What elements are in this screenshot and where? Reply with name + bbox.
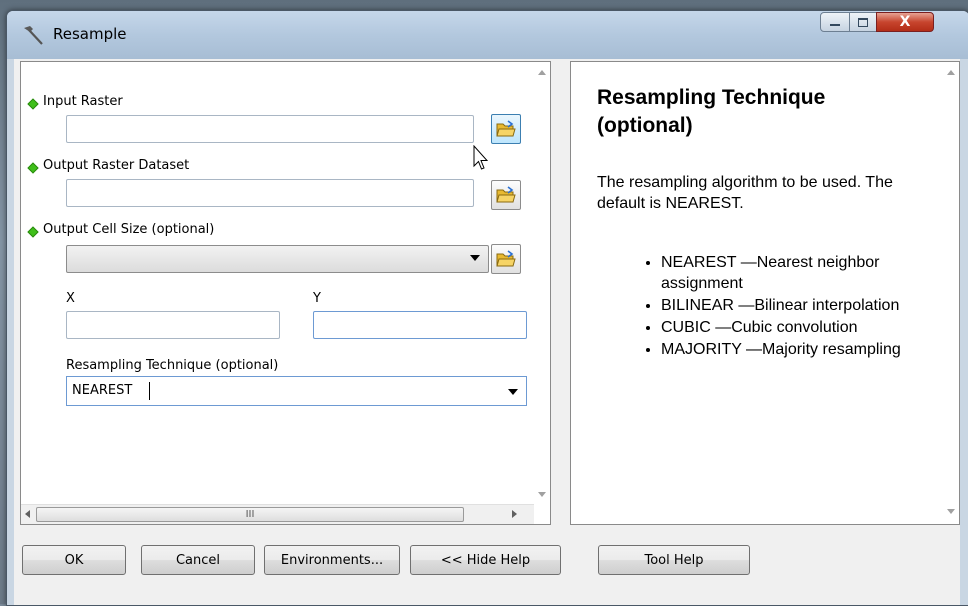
- help-list: NEAREST —Nearest neighbor assignment BIL…: [639, 252, 921, 361]
- parameters-vertical-scrollbar[interactable]: [533, 62, 550, 507]
- list-item: NEAREST —Nearest neighbor assignment: [661, 252, 921, 294]
- help-description: The resampling algorithm to be used. The…: [597, 174, 893, 212]
- input-raster-field[interactable]: [66, 115, 474, 143]
- y-field[interactable]: [313, 311, 527, 339]
- technique-value: NEAREST: [72, 383, 133, 398]
- maximize-button[interactable]: [849, 12, 877, 32]
- x-field[interactable]: [66, 311, 280, 339]
- scroll-down-icon: [538, 492, 546, 497]
- open-folder-icon: [496, 186, 516, 203]
- hide-help-button[interactable]: << Hide Help: [410, 545, 561, 575]
- cancel-button[interactable]: Cancel: [141, 545, 255, 575]
- list-item: CUBIC —Cubic convolution: [661, 317, 921, 338]
- cell-size-dropdown[interactable]: [66, 245, 489, 273]
- title-bar: Resample X: [7, 11, 968, 59]
- grip-icon: III: [245, 509, 255, 520]
- chevron-down-icon: [508, 389, 518, 395]
- scroll-down-icon: [947, 509, 955, 514]
- parameters-pane: Input Raster Output Raster Dataset Outpu…: [20, 61, 551, 525]
- output-raster-browse-button[interactable]: [491, 180, 521, 210]
- scroll-right-icon: [512, 510, 517, 518]
- minimize-icon: [830, 24, 840, 26]
- mouse-pointer-icon: [473, 145, 489, 170]
- open-folder-icon: [496, 250, 516, 267]
- minimize-button[interactable]: [820, 12, 850, 32]
- hammer-icon: [24, 26, 43, 45]
- window-title: Resample: [53, 25, 127, 43]
- open-folder-icon: [496, 120, 516, 137]
- help-vertical-scrollbar[interactable]: [942, 62, 959, 524]
- dialog-body: Input Raster Output Raster Dataset Outpu…: [14, 59, 960, 605]
- cell-size-browse-button[interactable]: [491, 244, 521, 274]
- environments-button[interactable]: Environments...: [264, 545, 400, 575]
- text-caret: [149, 382, 150, 400]
- technique-label: Resampling Technique (optional): [66, 358, 279, 373]
- technique-dropdown[interactable]: NEAREST: [66, 376, 527, 406]
- output-raster-field[interactable]: [66, 179, 474, 207]
- close-button[interactable]: X: [876, 12, 934, 32]
- scroll-up-icon: [947, 70, 955, 75]
- cell-size-label: Output Cell Size (optional): [43, 222, 215, 237]
- chevron-down-icon: [470, 255, 480, 261]
- help-title: Resampling Technique (optional): [597, 86, 826, 137]
- input-raster-label: Input Raster: [43, 94, 123, 109]
- scroll-thumb[interactable]: III: [36, 507, 464, 522]
- list-item: MAJORITY —Majority resampling: [661, 339, 921, 360]
- maximize-icon: [858, 17, 868, 27]
- help-pane: Resampling Technique (optional) The resa…: [570, 61, 960, 525]
- scroll-left-icon: [25, 510, 30, 518]
- output-raster-label: Output Raster Dataset: [43, 158, 190, 173]
- tool-help-button[interactable]: Tool Help: [598, 545, 750, 575]
- required-marker: [27, 162, 39, 174]
- required-marker: [27, 98, 39, 110]
- parameters-horizontal-scrollbar[interactable]: III: [21, 504, 534, 524]
- scroll-up-icon: [538, 70, 546, 75]
- input-raster-browse-button[interactable]: [491, 114, 521, 144]
- ok-button[interactable]: OK: [22, 545, 126, 575]
- required-marker: [27, 226, 39, 238]
- y-label: Y: [313, 291, 321, 306]
- list-item: BILINEAR —Bilinear interpolation: [661, 295, 921, 316]
- x-label: X: [66, 291, 75, 306]
- resample-dialog: Resample X Input Raster Output Raster Da…: [6, 10, 968, 606]
- close-icon: X: [899, 14, 911, 30]
